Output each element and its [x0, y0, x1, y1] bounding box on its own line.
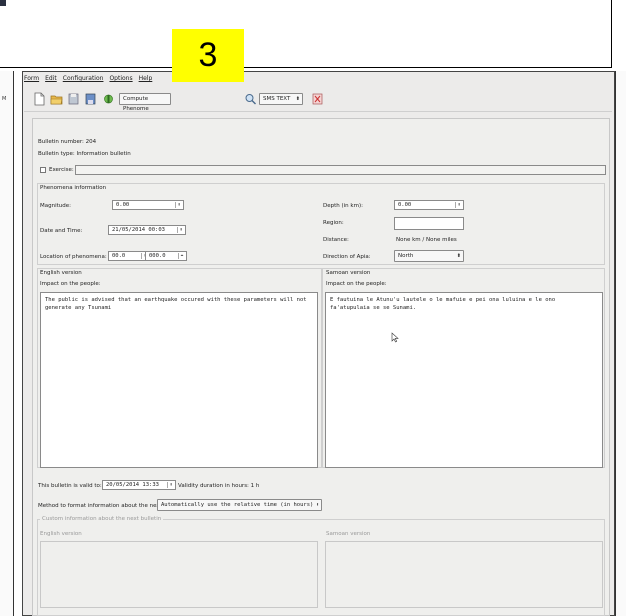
mouse-cursor-icon: [391, 332, 399, 343]
magnitude-field[interactable]: 0.00 ⬍: [112, 200, 184, 210]
chevron-updown-icon: ⬍: [456, 253, 461, 259]
exercise-checkbox[interactable]: [40, 167, 46, 173]
latitude-field[interactable]: 00.0⬍: [108, 251, 150, 261]
valid-to-label: This bulletin is valid to:: [38, 483, 102, 489]
samoan-impact-textarea[interactable]: E fautuina le Atunu'u lautele o le mafui…: [325, 292, 603, 468]
method-combo[interactable]: Automatically use the relative time (in …: [157, 499, 322, 511]
save-as-icon[interactable]: [84, 92, 97, 106]
phenomena-group-title: Phenomena information: [40, 185, 107, 191]
distance-value: None km / None miles: [396, 237, 457, 243]
exercise-label: Exercise:: [49, 167, 74, 173]
custom-info-title: Custom information about the next bullet…: [40, 516, 164, 522]
custom-english-textarea: [40, 541, 318, 608]
save-icon[interactable]: [67, 92, 80, 106]
chevron-updown-icon: ⬍: [315, 502, 319, 508]
magnitude-label: Magnitude:: [40, 203, 71, 209]
english-impact-label: Impact on the people:: [40, 281, 101, 287]
menu-help[interactable]: Help: [139, 75, 153, 85]
exercise-field[interactable]: [75, 165, 606, 175]
menu-configuration[interactable]: Configuration: [63, 75, 104, 85]
corner-block: [0, 0, 6, 6]
direction-label: Direction of Apia:: [323, 254, 371, 260]
menu-form[interactable]: Form: [24, 75, 39, 85]
step-number-badge: 3: [172, 29, 244, 82]
spin-arrows-icon[interactable]: ⬍: [167, 482, 174, 488]
new-file-icon[interactable]: [33, 92, 46, 106]
depth-label: Depth (in km):: [323, 203, 363, 209]
custom-samoan-label: Samoan version: [326, 531, 371, 537]
longitude-field[interactable]: 000.0 ⬌: [145, 251, 187, 261]
direction-combo[interactable]: North ⬍: [394, 250, 464, 262]
right-background-window: [615, 71, 626, 616]
english-impact-textarea[interactable]: The public is advised that an earthquake…: [40, 292, 318, 468]
custom-english-label: English version: [40, 531, 82, 537]
datetime-field[interactable]: 21/05/2014 00:03 ⬍: [108, 225, 186, 235]
sms-text-combo[interactable]: SMS TEXT ⬍: [259, 93, 303, 105]
distance-label: Distance:: [323, 237, 349, 243]
compute-phenomena-combo[interactable]: Compute Phenome: [119, 93, 171, 112]
custom-samoan-textarea: [325, 541, 603, 608]
top-frame: [0, 0, 612, 68]
menubar: Form Edit Configuration Options Help: [24, 75, 152, 85]
bulletin-type: Bulletin type: Information bulletin: [38, 151, 131, 157]
validity-duration: Validity duration in hours: 1 h: [178, 483, 260, 489]
left-background-window: [0, 71, 14, 616]
left-window-text: M: [2, 96, 7, 102]
spin-arrows-icon[interactable]: ⬌: [178, 253, 185, 259]
depth-field[interactable]: 0.00 ⬍: [394, 200, 464, 210]
english-group-title: English version: [40, 270, 82, 276]
spin-arrows-icon[interactable]: ⬍: [177, 227, 184, 233]
open-folder-icon[interactable]: [50, 92, 63, 106]
menu-options[interactable]: Options: [109, 75, 132, 85]
close-document-icon[interactable]: [311, 92, 324, 106]
location-label: Location of phenomena:: [40, 254, 107, 260]
chevron-updown-icon: ⬍: [295, 96, 300, 102]
spin-arrows-icon[interactable]: ⬍: [455, 202, 462, 208]
compute-icon[interactable]: [102, 92, 115, 106]
samoan-group-title: Samoan version: [326, 270, 371, 276]
datetime-label: Date and Time:: [40, 228, 83, 234]
region-field[interactable]: [394, 217, 464, 230]
region-label: Region:: [323, 220, 344, 226]
menu-edit[interactable]: Edit: [45, 75, 57, 85]
samoan-impact-label: Impact on the people:: [326, 281, 387, 287]
valid-to-field[interactable]: 20/05/2014 13:33 ⬍: [102, 480, 176, 490]
bulletin-number: Bulletin number: 204: [38, 139, 97, 145]
spin-arrows-icon[interactable]: ⬍: [175, 202, 182, 208]
search-icon[interactable]: [244, 92, 257, 106]
